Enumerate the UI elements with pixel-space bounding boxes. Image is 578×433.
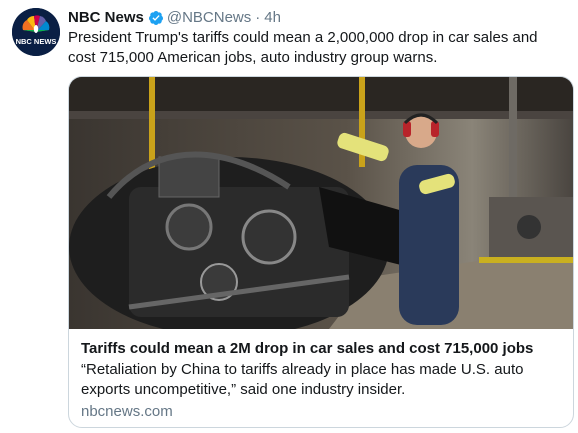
- card-image[interactable]: [69, 77, 573, 329]
- avatar-text: NBC NEWS: [16, 37, 57, 46]
- separator-dot: ·: [255, 9, 261, 26]
- card-title[interactable]: Tariffs could mean a 2M drop in car sale…: [81, 339, 565, 359]
- display-name[interactable]: NBC News: [68, 8, 144, 28]
- card-description: “Retaliation by China to tariffs already…: [81, 361, 524, 398]
- nbc-peacock-logo-icon: NBC NEWS: [12, 8, 60, 56]
- avatar[interactable]: NBC NEWS: [12, 8, 60, 56]
- tweet-header: NBC News @NBCNews · 4h: [68, 8, 281, 28]
- tweet-text: President Trump's tariffs could mean a 2…: [68, 29, 538, 66]
- tweet[interactable]: NBC NEWS NBC News @NBCNews · 4h Presiden…: [0, 0, 578, 433]
- verified-badge-icon: [148, 11, 163, 25]
- timestamp[interactable]: 4h: [264, 8, 281, 28]
- card-body[interactable]: Tariffs could mean a 2M drop in car sale…: [81, 339, 565, 422]
- link-card[interactable]: Tariffs could mean a 2M drop in car sale…: [68, 76, 574, 428]
- card-domain[interactable]: nbcnews.com: [81, 402, 565, 422]
- handle[interactable]: @NBCNews: [167, 8, 251, 28]
